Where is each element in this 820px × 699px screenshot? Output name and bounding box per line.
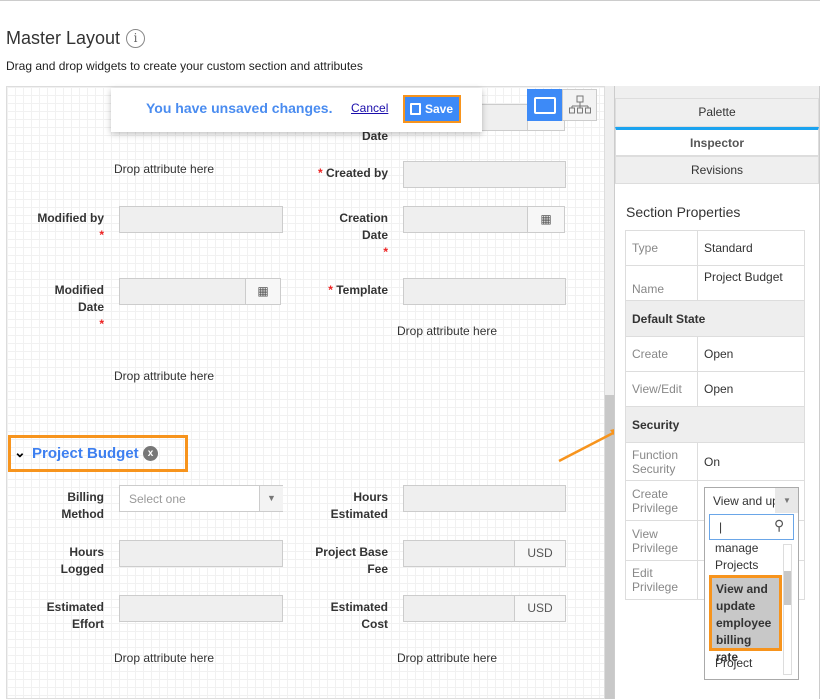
- hours-logged-input[interactable]: [119, 540, 283, 567]
- hours-estimated-label: Hours Estimated: [330, 490, 388, 521]
- info-icon[interactable]: i: [126, 29, 145, 48]
- modified-date-label: Modified Date *: [54, 283, 104, 331]
- prop-label: Type: [625, 230, 698, 266]
- prop-value: Standard: [697, 230, 805, 266]
- cancel-link[interactable]: Cancel: [351, 101, 388, 115]
- template-label: Template: [336, 283, 388, 297]
- modified-by-input[interactable]: [119, 206, 283, 233]
- unsaved-message: You have unsaved changes.: [146, 100, 333, 116]
- save-button[interactable]: Save: [403, 95, 461, 123]
- project-base-fee-label: Project Base Fee: [315, 545, 388, 576]
- dropdown-option[interactable]: Project: [715, 656, 752, 670]
- section-title: Project Budget: [32, 445, 139, 462]
- prop-label: Name: [625, 265, 698, 301]
- hierarchy-icon: [569, 95, 591, 114]
- section-header-project-budget[interactable]: ⌄ Project Budget x: [8, 435, 188, 472]
- prop-label: Create: [625, 336, 698, 372]
- billing-method-select[interactable]: Select one ▼: [119, 485, 283, 512]
- prop-value[interactable]: Open: [697, 371, 805, 407]
- privilege-dropdown: | ⚲ manage Projects View and update empl…: [704, 513, 799, 680]
- monitor-icon: [534, 97, 556, 114]
- prop-value[interactable]: Project Budget: [697, 265, 805, 301]
- estimated-cost-input[interactable]: [403, 595, 515, 622]
- billing-method-label: Billing Method: [61, 490, 104, 521]
- creation-date-input[interactable]: [403, 206, 528, 233]
- calendar-icon[interactable]: ▦: [527, 206, 565, 233]
- group-header: Security: [625, 406, 805, 443]
- drop-zone[interactable]: Drop attribute here: [114, 651, 214, 665]
- section-properties-heading: Section Properties: [626, 204, 741, 220]
- modified-date-input[interactable]: [119, 278, 246, 305]
- prop-label: View/Edit: [625, 371, 698, 407]
- drop-zone[interactable]: Drop attribute here: [397, 324, 497, 338]
- top-divider: [0, 0, 820, 1]
- hours-logged-label: Hours Logged: [60, 545, 104, 576]
- calendar-icon[interactable]: ▦: [245, 278, 281, 305]
- modified-by-label: Modified by *: [37, 211, 104, 242]
- dropdown-scrollbar[interactable]: [783, 544, 792, 675]
- project-base-fee-input[interactable]: [403, 540, 515, 567]
- prop-value[interactable]: Open: [697, 336, 805, 372]
- chevron-down-icon[interactable]: ⌄: [14, 444, 26, 461]
- created-by-input[interactable]: [403, 161, 566, 188]
- select-placeholder: Select one: [129, 492, 186, 506]
- hours-estimated-input[interactable]: [403, 485, 566, 512]
- tab-revisions[interactable]: Revisions: [615, 156, 819, 184]
- remove-section-icon[interactable]: x: [143, 446, 158, 461]
- dropdown-option-highlighted[interactable]: View and update employee billing rate: [709, 575, 782, 664]
- required-mark: *: [317, 166, 323, 180]
- prop-value[interactable]: On: [697, 442, 805, 481]
- currency-addon: USD: [514, 540, 566, 567]
- dropdown-search-input[interactable]: | ⚲: [709, 514, 794, 540]
- prop-label: View Privilege: [625, 520, 698, 561]
- creation-date-label: Creation Date *: [339, 211, 388, 259]
- hierarchy-view-toggle[interactable]: [562, 89, 597, 121]
- dropdown-option[interactable]: manage Projects: [715, 540, 775, 574]
- prop-label: Edit Privilege: [625, 560, 698, 600]
- prop-label: Function Security: [625, 442, 698, 481]
- drop-zone[interactable]: Drop attribute here: [397, 651, 497, 665]
- create-privilege-select[interactable]: View and up ▼: [704, 487, 799, 514]
- template-input[interactable]: [403, 278, 566, 305]
- search-icon: ⚲: [774, 517, 785, 533]
- estimated-effort-label: Estimated Effort: [46, 600, 104, 631]
- drop-zone[interactable]: Drop attribute here: [114, 162, 214, 176]
- floppy-disk-icon: [410, 103, 421, 115]
- estimated-cost-label: Estimated Cost: [330, 600, 388, 631]
- currency-addon: USD: [514, 595, 566, 622]
- estimated-effort-input[interactable]: [119, 595, 283, 622]
- tab-inspector[interactable]: Inspector: [615, 127, 819, 156]
- drop-zone[interactable]: Drop attribute here: [114, 369, 214, 383]
- desktop-view-toggle[interactable]: [527, 89, 562, 121]
- created-by-label: Created by: [325, 166, 388, 180]
- tab-palette[interactable]: Palette: [615, 98, 819, 127]
- caret-down-icon[interactable]: ▼: [259, 486, 283, 511]
- prop-label: Create Privilege: [625, 480, 698, 521]
- group-header: Default State: [625, 300, 805, 337]
- save-label: Save: [425, 102, 454, 116]
- required-mark: *: [328, 283, 333, 297]
- page-title: Master Layout: [6, 28, 121, 48]
- caret-down-icon[interactable]: ▼: [775, 488, 798, 513]
- select-value: View and up: [713, 494, 777, 508]
- page-subtitle: Drag and drop widgets to create your cus…: [6, 59, 363, 73]
